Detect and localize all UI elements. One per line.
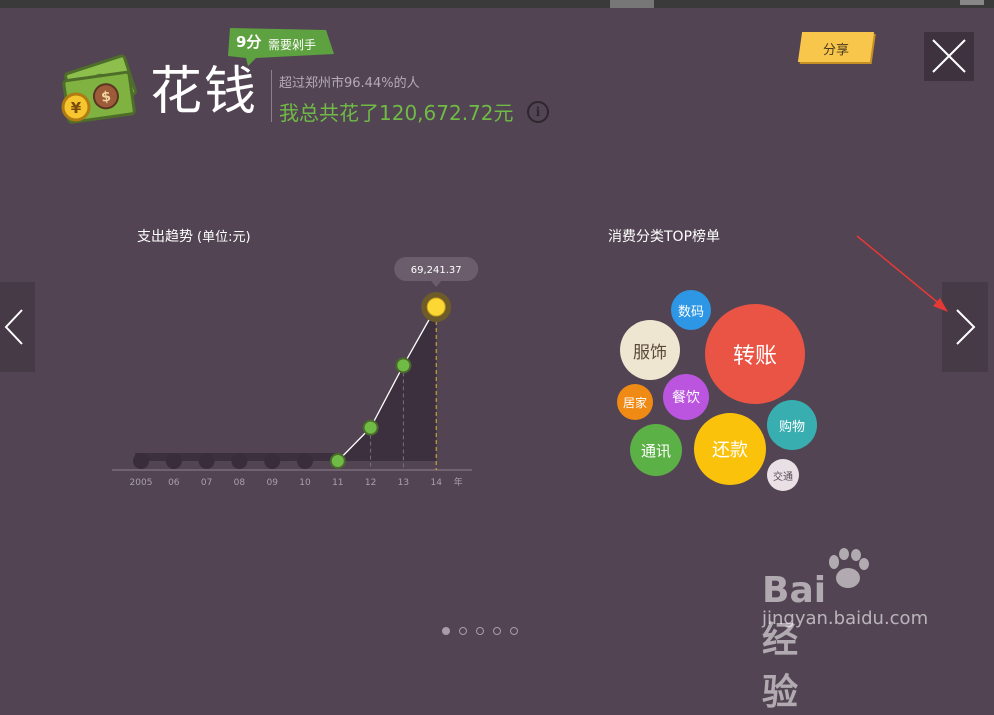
category-bubble: 交通 [767, 459, 799, 491]
data-point [397, 359, 410, 372]
paw-icon [829, 548, 869, 588]
tooltip-value: 69,241.37 [411, 265, 462, 276]
x-tick-label: 06 [168, 478, 180, 488]
close-icon [932, 39, 966, 73]
score-badge: 9分 需要剁手 [226, 26, 336, 66]
pagination-dot[interactable] [476, 627, 484, 635]
category-bubble: 购物 [767, 400, 817, 450]
page-title: 花钱 [150, 62, 259, 122]
category-label: 数码 [677, 304, 704, 320]
data-point-empty [198, 453, 215, 469]
trend-chart-title-text: 支出趋势 [137, 229, 193, 245]
x-tick-label: 09 [266, 478, 278, 488]
total-spent: 我总共花了120,672.72元 [279, 101, 514, 125]
x-tick-label: 08 [234, 478, 246, 488]
score-label: 需要剁手 [268, 38, 317, 52]
share-button[interactable]: 分享 [797, 32, 875, 62]
x-tick-label: 12 [365, 478, 376, 488]
svg-text:¥: ¥ [71, 99, 82, 117]
x-axis-unit: 年 [454, 476, 463, 488]
trend-area [337, 307, 437, 461]
category-label: 餐饮 [672, 390, 700, 406]
chevron-left-icon [4, 309, 23, 345]
x-tick-label: 2005 [130, 478, 153, 488]
chevron-right-icon [956, 309, 976, 345]
x-tick-label: 13 [398, 478, 409, 488]
score-value: 9分 [236, 33, 262, 51]
category-bubble: 通讯 [630, 424, 682, 476]
next-button[interactable] [942, 282, 988, 372]
pagination-dots [442, 627, 522, 637]
rank-subtext: 超过郑州市96.44%的人 [279, 76, 420, 91]
x-tick-label: 11 [332, 478, 343, 488]
data-point-empty [231, 453, 248, 469]
category-label: 还款 [712, 440, 748, 461]
category-label: 转账 [732, 344, 777, 369]
category-label: 居家 [622, 395, 647, 410]
category-bubble: 服饰 [620, 320, 680, 380]
money-icon: $ ¥ [58, 52, 144, 130]
x-tick-label: 10 [299, 478, 311, 488]
spending-trend-chart: 2005 06 07 08 09 10 11 12 13 14 年 69,241.37 [112, 257, 479, 488]
data-point-empty [133, 453, 149, 469]
pagination-dot[interactable] [442, 627, 450, 635]
data-point-empty [165, 453, 182, 469]
share-button-label: 分享 [822, 43, 849, 58]
data-point [331, 455, 344, 467]
title-divider [271, 70, 272, 122]
pagination-dot[interactable] [493, 627, 501, 635]
category-bubble: 餐饮 [663, 374, 709, 420]
pagination-dot[interactable] [510, 627, 518, 635]
x-tick-label: 07 [201, 478, 212, 488]
category-label: 服饰 [633, 342, 667, 363]
watermark-brand: Bai 经验 [762, 570, 827, 713]
category-label: 交通 [773, 471, 793, 483]
category-bubble: 转账 [705, 304, 805, 404]
trend-chart-unit: (单位:元) [197, 230, 251, 245]
prev-button[interactable] [0, 282, 35, 372]
highlight-point [426, 297, 446, 317]
category-bubble: 数码 [671, 290, 711, 330]
x-tick-label: 14 [430, 478, 442, 488]
close-button[interactable] [924, 32, 974, 81]
category-bubble: 还款 [694, 413, 766, 485]
data-point-empty [297, 453, 313, 469]
data-point [364, 421, 377, 434]
watermark-url: jingyan.baidu.com [762, 608, 929, 629]
category-chart-title: 消费分类TOP榜单 [608, 229, 721, 245]
category-label: 购物 [778, 419, 805, 435]
category-label: 通讯 [640, 441, 671, 460]
tooltip-pointer [431, 281, 442, 287]
top-bar [0, 0, 994, 8]
category-bubble: 居家 [617, 384, 653, 420]
data-point-empty [264, 453, 281, 469]
pagination-dot[interactable] [459, 627, 467, 635]
trend-chart-title: 支出趋势 (单位:元) [137, 226, 251, 246]
info-icon[interactable]: i [527, 101, 549, 123]
